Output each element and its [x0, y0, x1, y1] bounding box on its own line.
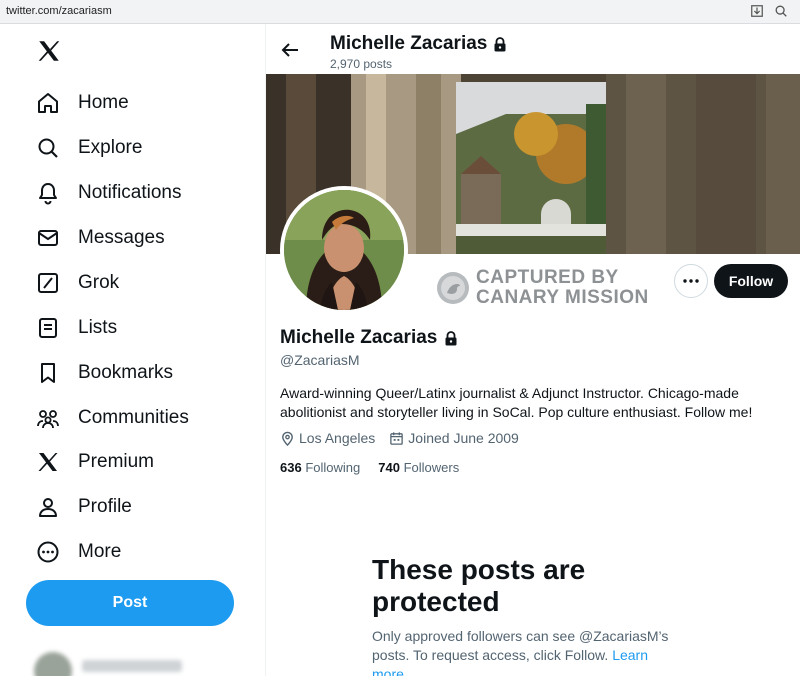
- sidebar-item-bookmarks[interactable]: Bookmarks: [36, 357, 173, 389]
- sidebar-item-label: Lists: [78, 317, 118, 338]
- x-logo-icon[interactable]: [36, 38, 62, 64]
- sidebar-item-explore[interactable]: Explore: [36, 132, 142, 164]
- person-icon: [39, 498, 57, 517]
- protected-message: Only approved followers can see @Zacaria…: [372, 627, 682, 676]
- profile-avatar[interactable]: [280, 186, 408, 314]
- sidebar-item-label: Bookmarks: [78, 362, 174, 383]
- join-date-text: Joined June 2009: [408, 430, 519, 446]
- followers-label: Followers: [403, 460, 460, 475]
- watermark: CAPTURED BY CANARY MISSION: [436, 268, 649, 308]
- following-label: Following: [305, 460, 361, 475]
- list-icon: [39, 318, 57, 338]
- following-link[interactable]: 636 Following: [280, 460, 360, 475]
- profile-name: Michelle Zacarias: [280, 327, 458, 349]
- sidebar-item-label: Grok: [78, 272, 120, 293]
- sidebar-item-label: More: [78, 541, 122, 562]
- join-date: Joined June 2009: [389, 430, 519, 446]
- follow-button[interactable]: Follow: [714, 264, 788, 298]
- lock-icon: [494, 36, 506, 51]
- follow-stats: 636 Following 740 Followers: [280, 460, 477, 475]
- header-name: Michelle Zacarias: [330, 33, 488, 54]
- grok-icon: [38, 273, 58, 293]
- sidebar-item-lists[interactable]: Lists: [36, 312, 117, 344]
- profile-bio: Award-winning Queer/Latinx journalist & …: [280, 385, 753, 420]
- sidebar-item-label: Home: [78, 92, 129, 113]
- bell-icon: [39, 183, 57, 205]
- envelope-icon: [38, 230, 58, 246]
- calendar-icon: [390, 431, 404, 445]
- zoom-icon[interactable]: [774, 4, 788, 18]
- sidebar-item-home[interactable]: Home: [36, 87, 129, 119]
- avatar: [34, 652, 72, 676]
- people-icon: [37, 410, 59, 429]
- sidebar-item-label: Messages: [78, 227, 165, 248]
- protected-title: These posts are protected: [372, 554, 586, 617]
- followers-link[interactable]: 740 Followers: [378, 460, 459, 475]
- location-text: Los Angeles: [299, 430, 376, 446]
- bookmark-icon: [41, 363, 55, 383]
- more-options-button[interactable]: [674, 264, 708, 298]
- profile-meta: Los Angeles Joined June 2009: [280, 430, 533, 446]
- sidebar-item-messages[interactable]: Messages: [36, 222, 165, 254]
- account-switcher[interactable]: [30, 650, 250, 676]
- home-icon: [38, 93, 58, 113]
- sidebar-item-label: Notifications: [78, 182, 182, 203]
- back-arrow-icon[interactable]: [280, 40, 300, 60]
- profile-handle: @ZacariasM: [280, 352, 360, 368]
- lock-icon: [445, 330, 457, 345]
- account-name-blurred: [82, 660, 182, 672]
- more-circle-icon: [37, 541, 59, 563]
- profile-header-bar: Michelle Zacarias 2,970 posts: [266, 24, 800, 74]
- sidebar-item-more[interactable]: More: [36, 536, 121, 568]
- following-count: 636: [280, 460, 302, 475]
- x-icon: [38, 453, 58, 471]
- sidebar-item-label: Explore: [78, 137, 143, 158]
- post-count: 2,970 posts: [330, 57, 393, 71]
- ellipsis-icon: [683, 279, 699, 283]
- browser-address-bar[interactable]: twitter.com/zacariasm: [0, 0, 800, 24]
- sidebar-item-communities[interactable]: Communities: [36, 402, 189, 434]
- watermark-line1: CAPTURED BY: [476, 267, 619, 288]
- followers-count: 740: [378, 460, 400, 475]
- sidebar-item-premium[interactable]: Premium: [36, 446, 154, 478]
- sidebar: Home Explore Notifications Messages Grok…: [0, 24, 266, 676]
- canary-mission-logo-icon: [437, 272, 469, 304]
- sidebar-item-notifications[interactable]: Notifications: [36, 177, 182, 209]
- avatar-photo: [284, 190, 404, 310]
- sidebar-item-label: Profile: [78, 496, 132, 517]
- download-icon[interactable]: [750, 4, 764, 18]
- url-text[interactable]: twitter.com/zacariasm: [6, 5, 112, 17]
- location-pin-icon: [282, 431, 293, 446]
- profile-main: Michelle Zacarias 2,970 posts CAPTURED B…: [266, 24, 800, 676]
- sidebar-item-profile[interactable]: Profile: [36, 491, 132, 523]
- location: Los Angeles: [280, 430, 375, 446]
- header-title: Michelle Zacarias: [330, 33, 507, 55]
- profile-display-name: Michelle Zacarias: [280, 327, 438, 348]
- search-icon: [38, 138, 58, 158]
- watermark-line2: CANARY MISSION: [476, 287, 649, 308]
- sidebar-item-label: Premium: [78, 451, 155, 472]
- sidebar-item-grok[interactable]: Grok: [36, 267, 119, 299]
- post-button[interactable]: Post: [26, 580, 234, 626]
- sidebar-item-label: Communities: [78, 407, 189, 428]
